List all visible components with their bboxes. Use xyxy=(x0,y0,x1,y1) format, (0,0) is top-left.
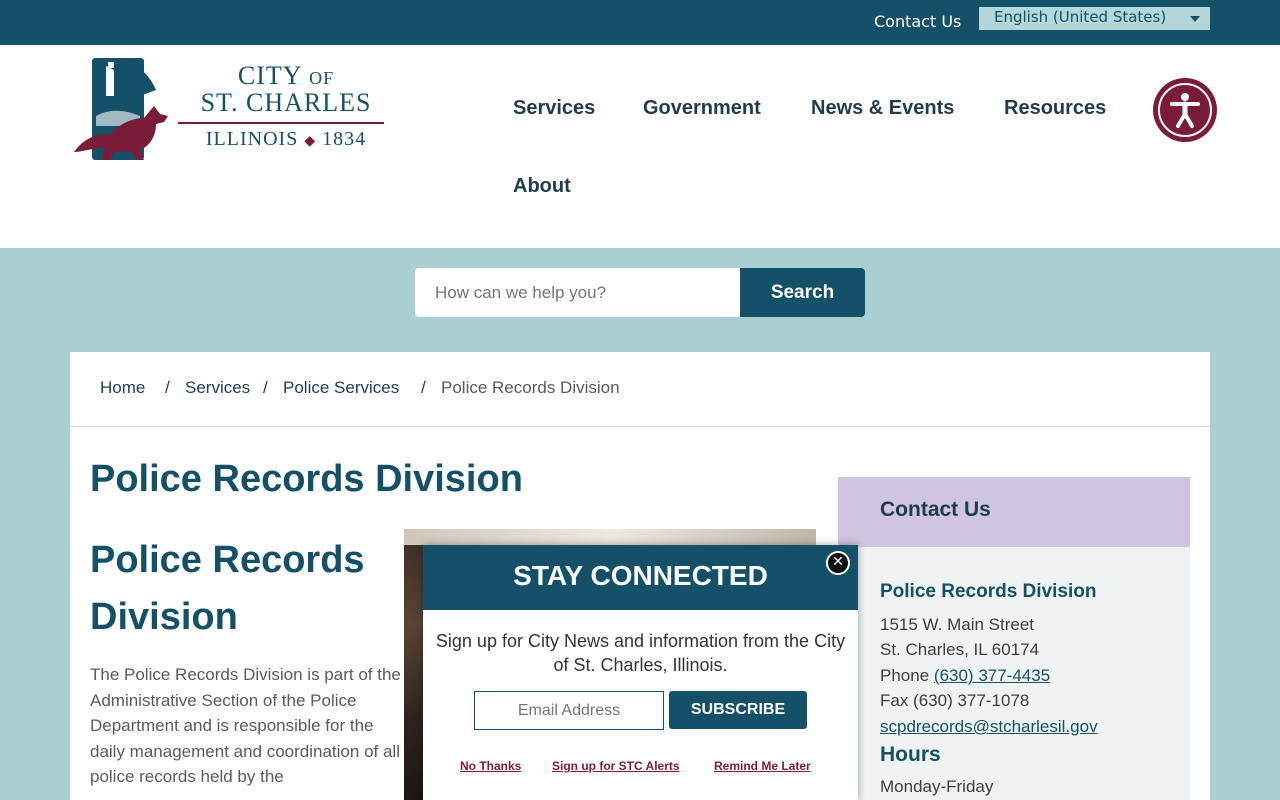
logo-state: ILLINOIS xyxy=(205,128,299,150)
nav-item-government[interactable]: Government xyxy=(643,97,761,120)
phone-link[interactable]: (630) 377-4435 xyxy=(934,666,1050,685)
fox-tower-emblem-icon xyxy=(74,58,168,160)
modal-header: STAY CONNECTED xyxy=(423,545,858,610)
contact-sidebar: Contact Us Police Records Division 1515 … xyxy=(838,477,1190,800)
logo-of-word: OF xyxy=(309,68,335,88)
logo-name-text: ST. CHARLES xyxy=(200,88,372,117)
logo-state-line: ILLINOIS ◆ 1834 xyxy=(188,128,384,151)
contact-us-link[interactable]: Contact Us xyxy=(874,12,961,31)
accessibility-icon xyxy=(1170,93,1200,128)
breadcrumb-police-services[interactable]: Police Services xyxy=(283,378,399,398)
logo-year: 1834 xyxy=(322,128,367,150)
contact-fax-line: Fax (630) 377-1078 xyxy=(880,691,1030,710)
nav-item-about[interactable]: About xyxy=(513,175,571,198)
remind-later-link[interactable]: Remind Me Later xyxy=(714,759,811,773)
city-logo[interactable]: CITY OF ST. CHARLES ILLINOIS ◆ 1834 xyxy=(70,56,386,164)
contact-email-link[interactable]: scpdrecords@stcharlesil.gov xyxy=(880,717,1098,737)
accessibility-button[interactable] xyxy=(1153,78,1217,142)
subscribe-button[interactable]: SUBSCRIBE xyxy=(669,691,807,729)
search-input[interactable] xyxy=(415,268,740,317)
search-button[interactable]: Search xyxy=(740,268,865,317)
contact-title: Contact Us xyxy=(880,498,991,521)
email-field[interactable] xyxy=(474,691,664,730)
contact-address-line2: St. Charles, IL 60174 xyxy=(880,640,1040,659)
nav-item-services[interactable]: Services xyxy=(513,97,595,120)
hours-line: Monday-Friday xyxy=(880,777,994,796)
logo-divider xyxy=(178,122,384,124)
hours-title: Hours xyxy=(880,743,941,766)
utility-bar: Contact Us English (United States) xyxy=(0,0,1280,45)
page-title: Police Records Division xyxy=(90,458,523,500)
contact-address-line1: 1515 W. Main Street xyxy=(880,615,1035,634)
breadcrumb-separator: / xyxy=(421,378,426,397)
intro-paragraph: The Police Records Division is part of t… xyxy=(90,665,401,787)
nav-item-resources[interactable]: Resources xyxy=(1004,97,1106,120)
no-thanks-link[interactable]: No Thanks xyxy=(460,759,521,773)
photo-ceiling-light xyxy=(404,529,816,545)
contact-phone-line: Phone (630) 377-4435 xyxy=(880,666,1050,686)
breadcrumb: Home / Services / Police Services / Poli… xyxy=(70,352,1210,427)
close-icon[interactable]: ✕ xyxy=(826,551,850,575)
language-select[interactable]: English (United States) xyxy=(979,7,1210,30)
breadcrumb-current: Police Records Division xyxy=(441,378,620,397)
stay-connected-modal: STAY CONNECTED ✕ Sign up for City News a… xyxy=(423,545,858,800)
breadcrumb-separator: / xyxy=(263,378,268,397)
phone-label: Phone xyxy=(880,666,930,685)
language-selected-value: English (United States) xyxy=(994,8,1167,26)
contact-dept-name: Police Records Division xyxy=(880,581,1097,602)
section-heading: Police Records Division xyxy=(90,539,365,638)
modal-title: STAY CONNECTED xyxy=(513,560,768,591)
breadcrumb-home[interactable]: Home xyxy=(100,378,145,398)
stc-alerts-link[interactable]: Sign up for STC Alerts xyxy=(552,759,680,773)
caret-down-icon xyxy=(1190,16,1200,22)
site-search: Search xyxy=(415,268,865,317)
site-header: CITY OF ST. CHARLES ILLINOIS ◆ 1834 Serv… xyxy=(0,45,1280,248)
breadcrumb-separator: / xyxy=(165,378,170,397)
nav-item-news-events[interactable]: News & Events xyxy=(811,97,954,120)
modal-message: Sign up for City News and information fr… xyxy=(435,631,846,675)
contact-header: Contact Us xyxy=(838,477,1190,547)
logo-city-word: CITY xyxy=(237,61,302,90)
diamond-icon: ◆ xyxy=(304,134,317,149)
breadcrumb-services[interactable]: Services xyxy=(185,378,250,398)
